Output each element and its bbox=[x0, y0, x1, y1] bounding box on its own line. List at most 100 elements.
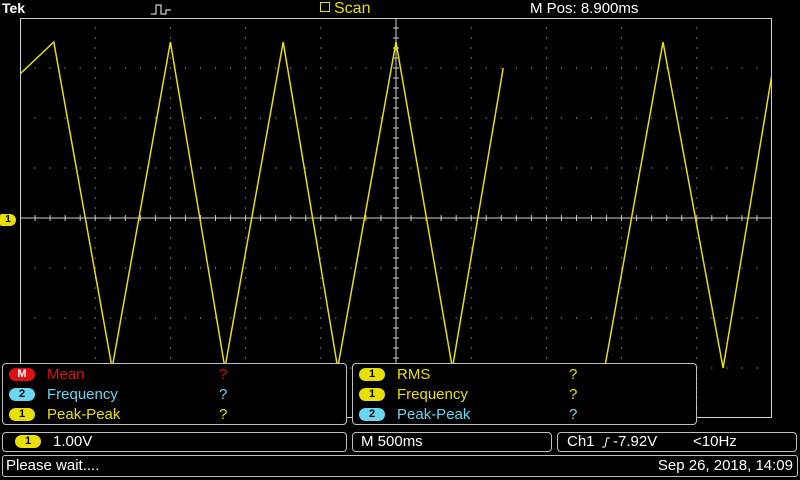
grid-dot bbox=[365, 67, 367, 69]
grid-dot bbox=[470, 207, 472, 209]
measurement-row[interactable]: 1 Frequency ? bbox=[359, 386, 689, 404]
grid-dot bbox=[621, 197, 623, 199]
grid-dot bbox=[455, 117, 457, 119]
grid-dot bbox=[410, 167, 412, 169]
grid-dot bbox=[470, 267, 472, 269]
grid-dot bbox=[696, 187, 698, 189]
grid-dot bbox=[169, 177, 171, 179]
grid-dot bbox=[199, 67, 201, 69]
grid-dot bbox=[320, 97, 322, 99]
grid-dot bbox=[109, 267, 111, 269]
grid-dot bbox=[470, 27, 472, 29]
grid-dot bbox=[470, 347, 472, 349]
grid-dot bbox=[94, 67, 96, 69]
grid-dot bbox=[696, 317, 698, 319]
grid-dot bbox=[245, 187, 247, 189]
grid-dot bbox=[215, 267, 217, 269]
grid-dot bbox=[320, 57, 322, 59]
timebase-readout[interactable]: M 500ms bbox=[352, 432, 552, 452]
grid-dot bbox=[290, 317, 292, 319]
grid-dot bbox=[621, 237, 623, 239]
grid-dot bbox=[109, 167, 111, 169]
measurement-row[interactable]: 2 Frequency ? bbox=[9, 386, 339, 404]
grid-dot bbox=[169, 227, 171, 229]
ch1-scale-readout[interactable]: 1 1.00V bbox=[2, 432, 347, 452]
grid-dot bbox=[470, 247, 472, 249]
grid-dot bbox=[515, 117, 517, 119]
grid-dot bbox=[606, 317, 608, 319]
grid-dot bbox=[500, 317, 502, 319]
measurement-row[interactable]: 1 Peak-Peak ? bbox=[9, 406, 339, 424]
grid-dot bbox=[169, 267, 171, 269]
grid-dot bbox=[621, 327, 623, 329]
grid-dot bbox=[169, 137, 171, 139]
grid-dot bbox=[20, 317, 21, 319]
grid-dot bbox=[335, 317, 337, 319]
waveform-display[interactable] bbox=[20, 18, 772, 418]
grid-dot bbox=[545, 18, 547, 19]
grid-dot bbox=[621, 117, 623, 119]
grid-dot bbox=[470, 237, 472, 239]
measurement-row[interactable]: 1 RMS ? bbox=[359, 366, 689, 384]
grid-dot bbox=[109, 317, 111, 319]
ch1-badge: 1 bbox=[359, 368, 385, 381]
grid-dot bbox=[545, 347, 547, 349]
message-bar: Please wait.... Sep 26, 2018, 14:09 bbox=[2, 455, 798, 477]
grid-dot bbox=[771, 117, 772, 119]
grid-dot bbox=[621, 207, 623, 209]
grid-dot bbox=[215, 167, 217, 169]
grid-dot bbox=[34, 67, 36, 69]
grid-dot bbox=[696, 117, 698, 119]
grid-dot bbox=[230, 317, 232, 319]
grid-dot bbox=[636, 317, 638, 319]
grid-dot bbox=[94, 177, 96, 179]
grid-dot bbox=[545, 307, 547, 309]
grid-dot bbox=[245, 197, 247, 199]
grid-dot bbox=[696, 197, 698, 199]
grid-dot bbox=[169, 277, 171, 279]
grid-dot bbox=[139, 317, 141, 319]
grid-dot bbox=[169, 147, 171, 149]
grid-dot bbox=[681, 67, 683, 69]
grid-dot bbox=[124, 267, 126, 269]
grid-dot bbox=[34, 117, 36, 119]
grid-dot bbox=[726, 117, 728, 119]
grid-dot bbox=[545, 327, 547, 329]
grid-dot bbox=[575, 117, 577, 119]
footer-bar: Please wait.... Sep 26, 2018, 14:09 bbox=[0, 455, 800, 480]
grid-dot bbox=[169, 18, 171, 19]
grid-dot bbox=[651, 317, 653, 319]
grid-dot bbox=[169, 207, 171, 209]
grid-dot bbox=[94, 127, 96, 129]
grid-dot bbox=[245, 337, 247, 339]
ch1-ground-marker[interactable]: 1 bbox=[0, 214, 16, 226]
trigger-readout[interactable]: Ch1 -7.92V <10Hz bbox=[557, 432, 797, 452]
grid-dot bbox=[621, 167, 623, 169]
grid-dot bbox=[470, 337, 472, 339]
grid-dot bbox=[169, 247, 171, 249]
grid-dot bbox=[169, 187, 171, 189]
grid-dot bbox=[425, 317, 427, 319]
measurement-value: ? bbox=[219, 406, 228, 423]
grid-dot bbox=[696, 107, 698, 109]
grid-dot bbox=[49, 167, 51, 169]
grid-dot bbox=[215, 117, 217, 119]
grid-dot bbox=[545, 67, 547, 69]
measurement-row[interactable]: 2 Peak-Peak ? bbox=[359, 406, 689, 424]
grid-dot bbox=[560, 317, 562, 319]
grid-dot bbox=[651, 117, 653, 119]
grid-dot bbox=[696, 127, 698, 129]
grid-dot bbox=[470, 287, 472, 289]
grid-dot bbox=[245, 18, 247, 19]
grid-dot bbox=[290, 267, 292, 269]
timebase-value: M 500ms bbox=[361, 433, 423, 450]
grid-dot bbox=[215, 67, 217, 69]
measurement-value: ? bbox=[569, 406, 578, 423]
grid-dot bbox=[470, 97, 472, 99]
grid-dot bbox=[470, 77, 472, 79]
grid-dot bbox=[651, 267, 653, 269]
grid-dot bbox=[139, 67, 141, 69]
grid-dot bbox=[545, 257, 547, 259]
grid-dot bbox=[94, 187, 96, 189]
measurement-row[interactable]: M Mean ? bbox=[9, 366, 339, 384]
